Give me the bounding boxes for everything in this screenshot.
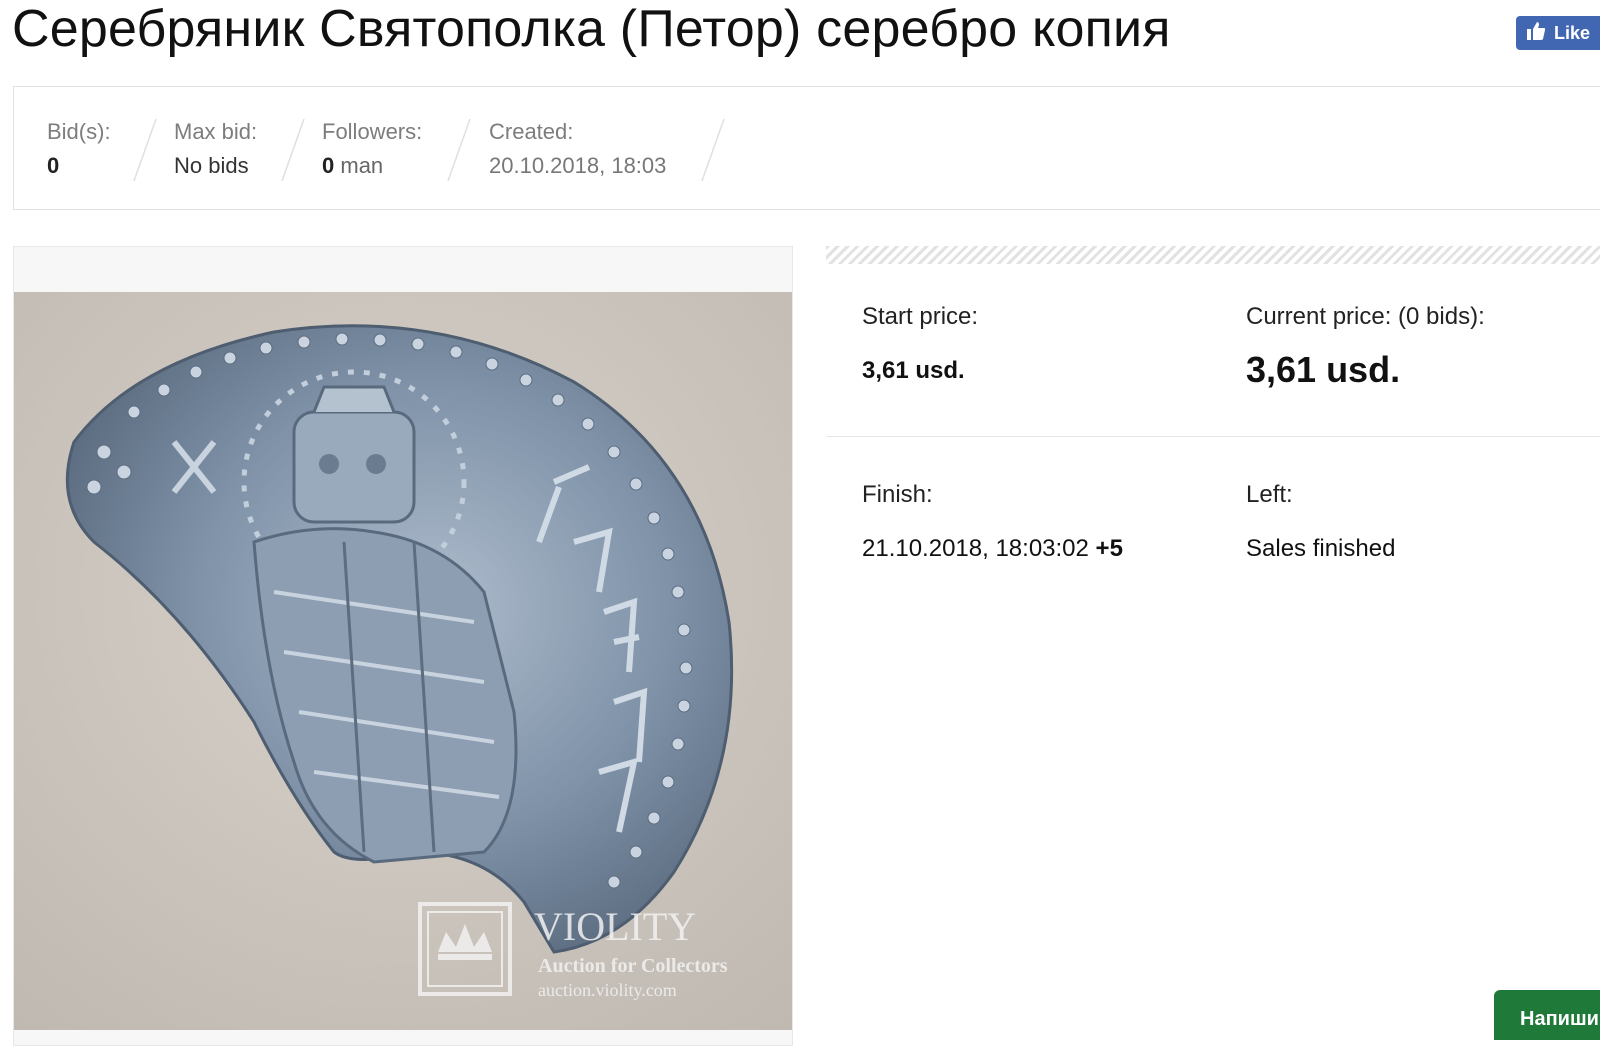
stat-separator	[280, 119, 305, 181]
max-bid-label: Max bid:	[174, 119, 258, 144]
thumbs-up-icon	[1526, 21, 1554, 46]
start-price-label: Start price:	[862, 303, 979, 330]
time-left-value: Sales finished	[1246, 535, 1396, 562]
watermark-subtitle: Auction for Collectors	[538, 955, 728, 977]
stat-separator	[132, 119, 157, 181]
created-label: Created:	[489, 119, 574, 144]
current-price-block: Current price: (0 bids): 3,61 usd.	[1246, 302, 1485, 390]
finish-timezone: +5	[1095, 535, 1123, 562]
lot-stats-bar: Bid(s): 0 Max bid: No bids Followers: 0 …	[13, 86, 1600, 210]
watermark-title: VIOLITY	[534, 904, 696, 949]
bids-label: Bid(s):	[47, 119, 111, 144]
facebook-like-button[interactable]: Like	[1516, 16, 1600, 50]
followers-unit: man	[340, 153, 384, 178]
bids-stat: Bid(s): 0	[47, 119, 111, 179]
max-bid-stat: Max bid: No bids	[174, 119, 257, 179]
max-bid-value: No bids	[174, 153, 249, 178]
followers-count: 0	[322, 153, 335, 178]
image-panel-header	[14, 247, 792, 291]
followers-value: 0 man	[322, 153, 422, 179]
current-price-label: Current price: (0 bids):	[1246, 303, 1485, 330]
finish-value: 21.10.2018, 18:03:02 +5	[862, 534, 1123, 564]
bids-value: 0	[47, 153, 60, 178]
chat-button[interactable]: Напиши	[1494, 990, 1600, 1040]
followers-label: Followers:	[322, 119, 423, 144]
start-price-value: 3,61 usd.	[862, 357, 965, 384]
price-divider	[826, 436, 1600, 437]
time-left-label: Left:	[1246, 481, 1293, 508]
finish-block: Finish: 21.10.2018, 18:03:02 +5	[862, 480, 1123, 564]
watermark-url: auction.violity.com	[538, 980, 677, 1000]
finish-datetime: 21.10.2018, 18:03:02	[862, 535, 1089, 562]
price-panel-hatch	[826, 246, 1600, 264]
stat-separator	[446, 119, 471, 181]
lot-photo[interactable]: VIOLITY Auction for Collectors auction.v…	[14, 292, 792, 1030]
current-price-value: 3,61 usd.	[1246, 349, 1401, 390]
page-title: Серебряник Святополка (Петор) серебро ко…	[12, 0, 1171, 58]
start-price-block: Start price: 3,61 usd.	[862, 302, 978, 386]
finish-label: Finish:	[862, 481, 933, 508]
followers-stat: Followers: 0 man	[322, 119, 422, 179]
facebook-like-label: Like	[1554, 22, 1591, 43]
created-stat: Created: 20.10.2018, 18:03	[489, 119, 666, 179]
time-left-block: Left: Sales finished	[1246, 480, 1395, 564]
stat-separator	[700, 119, 725, 181]
created-value: 20.10.2018, 18:03	[489, 153, 667, 178]
